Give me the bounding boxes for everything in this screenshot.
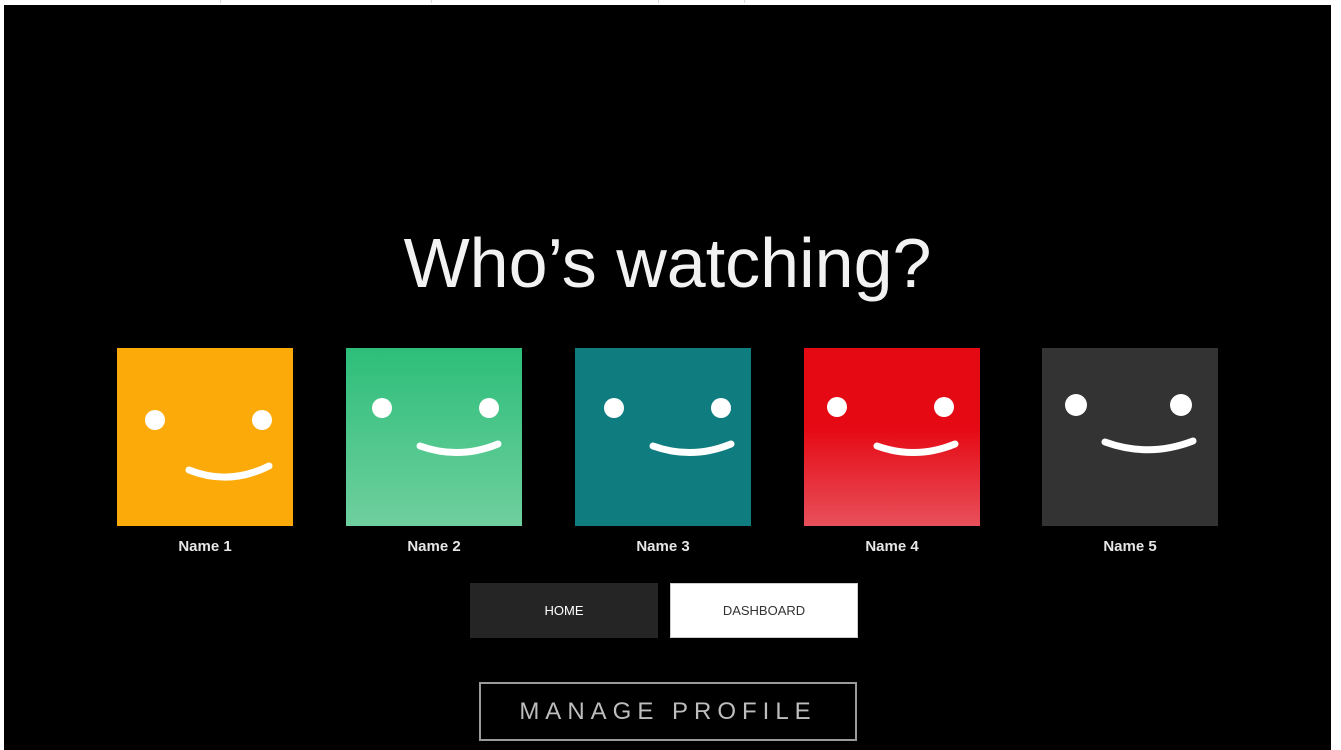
smiley-icon: [804, 348, 980, 526]
manage-profile-button[interactable]: MANAGE PROFILE: [479, 682, 857, 741]
profile-name[interactable]: Name 3: [575, 538, 751, 555]
ribbon-tab[interactable]: [432, 0, 659, 3]
smiley-icon: [575, 348, 751, 526]
profile-avatar[interactable]: [117, 348, 293, 526]
profile-name[interactable]: Name 2: [346, 538, 522, 555]
home-button[interactable]: HOME: [470, 583, 658, 638]
smiley-icon: [1042, 348, 1218, 526]
page-title: Who’s watching?: [403, 224, 932, 302]
profile-selection-screen: Who’s watching? Name 1 Name 2 Name 3 Nam…: [4, 5, 1331, 750]
smiley-icon: [346, 348, 522, 526]
profile-avatar[interactable]: [346, 348, 522, 526]
ribbon-tab[interactable]: [221, 0, 432, 3]
ribbon-tab[interactable]: [20, 0, 221, 3]
profile-card-5[interactable]: Name 5: [1042, 348, 1218, 555]
profile-card-3[interactable]: Name 3: [575, 348, 751, 555]
profile-avatar[interactable]: [1042, 348, 1218, 526]
smiley-icon: [117, 348, 293, 526]
profile-name[interactable]: Name 4: [804, 538, 980, 555]
profile-card-4[interactable]: Name 4: [804, 348, 980, 555]
profile-name[interactable]: Name 5: [1042, 538, 1218, 555]
profile-name[interactable]: Name 1: [117, 538, 293, 555]
ribbon-tab[interactable]: [659, 0, 745, 3]
dashboard-button[interactable]: DASHBOARD: [670, 583, 858, 638]
profile-card-1[interactable]: Name 1: [117, 348, 293, 555]
window-edge: [1331, 5, 1341, 750]
profile-avatar[interactable]: [575, 348, 751, 526]
profile-avatar[interactable]: [804, 348, 980, 526]
profile-card-2[interactable]: Name 2: [346, 348, 522, 555]
